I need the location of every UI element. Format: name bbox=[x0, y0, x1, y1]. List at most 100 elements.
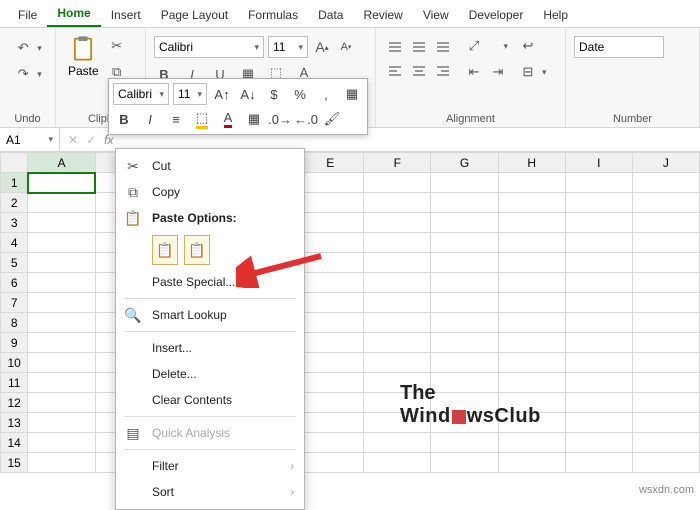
row-header-7[interactable]: 7 bbox=[1, 293, 28, 313]
cell-I5[interactable] bbox=[565, 253, 632, 273]
cell-G6[interactable] bbox=[431, 273, 498, 293]
col-header-A[interactable]: A bbox=[28, 153, 95, 173]
cell-J13[interactable] bbox=[632, 413, 699, 433]
cell-A10[interactable] bbox=[28, 353, 95, 373]
cut-icon[interactable]: ✂ bbox=[107, 36, 127, 56]
decrease-indent-icon[interactable]: ⇤ bbox=[464, 62, 484, 82]
name-box[interactable]: A1▾ bbox=[0, 128, 60, 151]
cell-A9[interactable] bbox=[28, 333, 95, 353]
row-header-12[interactable]: 12 bbox=[1, 393, 28, 413]
cell-J5[interactable] bbox=[632, 253, 699, 273]
font-name-select[interactable]: Calibri▾ bbox=[154, 36, 264, 58]
row-header-1[interactable]: 1 bbox=[1, 173, 28, 193]
ctx-clear-contents[interactable]: Clear Contents bbox=[116, 387, 304, 413]
cell-I8[interactable] bbox=[565, 313, 632, 333]
cell-I10[interactable] bbox=[565, 353, 632, 373]
cell-G8[interactable] bbox=[431, 313, 498, 333]
cell-I7[interactable] bbox=[565, 293, 632, 313]
decrease-font-icon[interactable]: A▾ bbox=[336, 37, 356, 57]
cell-A2[interactable] bbox=[28, 193, 95, 213]
cell-G4[interactable] bbox=[431, 233, 498, 253]
cell-A5[interactable] bbox=[28, 253, 95, 273]
paste-option-values[interactable]: 📋 bbox=[184, 235, 210, 265]
col-header-E[interactable]: E bbox=[297, 153, 364, 173]
cell-E15[interactable] bbox=[297, 453, 364, 473]
cell-E1[interactable] bbox=[297, 173, 364, 193]
fx-cancel-icon[interactable]: ✕ bbox=[68, 133, 78, 147]
mini-font-color-icon[interactable]: A bbox=[217, 108, 239, 130]
cell-F7[interactable] bbox=[364, 293, 431, 313]
cell-J6[interactable] bbox=[632, 273, 699, 293]
mini-comma-icon[interactable]: , bbox=[315, 83, 337, 105]
ctx-copy[interactable]: ⧉ Copy bbox=[116, 179, 304, 205]
row-header-14[interactable]: 14 bbox=[1, 433, 28, 453]
cell-E3[interactable] bbox=[297, 213, 364, 233]
cell-H10[interactable] bbox=[498, 353, 565, 373]
cell-H4[interactable] bbox=[498, 233, 565, 253]
tab-formulas[interactable]: Formulas bbox=[238, 3, 308, 27]
cell-H2[interactable] bbox=[498, 193, 565, 213]
cell-J12[interactable] bbox=[632, 393, 699, 413]
ctx-insert[interactable]: Insert... bbox=[116, 335, 304, 361]
cell-I4[interactable] bbox=[565, 233, 632, 253]
tab-page-layout[interactable]: Page Layout bbox=[151, 3, 238, 27]
cell-H9[interactable] bbox=[498, 333, 565, 353]
cell-E14[interactable] bbox=[297, 433, 364, 453]
cell-G5[interactable] bbox=[431, 253, 498, 273]
select-all-corner[interactable] bbox=[1, 153, 28, 173]
cell-F15[interactable] bbox=[364, 453, 431, 473]
cell-I3[interactable] bbox=[565, 213, 632, 233]
row-header-6[interactable]: 6 bbox=[1, 273, 28, 293]
mini-align-icon[interactable]: ≡ bbox=[165, 108, 187, 130]
tab-developer[interactable]: Developer bbox=[459, 3, 534, 27]
ctx-filter[interactable]: Filter › bbox=[116, 453, 304, 479]
col-header-J[interactable]: J bbox=[632, 153, 699, 173]
col-header-F[interactable]: F bbox=[364, 153, 431, 173]
increase-indent-icon[interactable]: ⇥ bbox=[488, 62, 508, 82]
tab-view[interactable]: View bbox=[413, 3, 459, 27]
cell-F8[interactable] bbox=[364, 313, 431, 333]
cell-F1[interactable] bbox=[364, 173, 431, 193]
cell-G15[interactable] bbox=[431, 453, 498, 473]
cell-E10[interactable] bbox=[297, 353, 364, 373]
cell-H14[interactable] bbox=[498, 433, 565, 453]
mini-table-icon[interactable]: ▦ bbox=[341, 83, 363, 105]
cell-G14[interactable] bbox=[431, 433, 498, 453]
increase-font-icon[interactable]: A▴ bbox=[312, 37, 332, 57]
tab-help[interactable]: Help bbox=[533, 3, 578, 27]
cell-A8[interactable] bbox=[28, 313, 95, 333]
align-bottom-icon[interactable] bbox=[432, 36, 454, 58]
cell-A12[interactable] bbox=[28, 393, 95, 413]
ctx-delete[interactable]: Delete... bbox=[116, 361, 304, 387]
ctx-sort[interactable]: Sort › bbox=[116, 479, 304, 505]
merge-center-icon[interactable]: ⊟ bbox=[518, 62, 538, 82]
row-header-5[interactable]: 5 bbox=[1, 253, 28, 273]
align-right-icon[interactable] bbox=[432, 60, 454, 82]
cell-J9[interactable] bbox=[632, 333, 699, 353]
cell-J10[interactable] bbox=[632, 353, 699, 373]
row-header-8[interactable]: 8 bbox=[1, 313, 28, 333]
cell-I14[interactable] bbox=[565, 433, 632, 453]
cell-G2[interactable] bbox=[431, 193, 498, 213]
row-header-4[interactable]: 4 bbox=[1, 233, 28, 253]
align-top-icon[interactable] bbox=[384, 36, 406, 58]
tab-file[interactable]: File bbox=[8, 3, 47, 27]
align-left-icon[interactable] bbox=[384, 60, 406, 82]
cell-G9[interactable] bbox=[431, 333, 498, 353]
cell-F5[interactable] bbox=[364, 253, 431, 273]
mini-decrease-font-icon[interactable]: A↓ bbox=[237, 83, 259, 105]
cell-F4[interactable] bbox=[364, 233, 431, 253]
cell-A11[interactable] bbox=[28, 373, 95, 393]
ctx-cut[interactable]: ✂ Cut bbox=[116, 153, 304, 179]
cell-J14[interactable] bbox=[632, 433, 699, 453]
mini-italic-icon[interactable]: I bbox=[139, 108, 161, 130]
mini-border-icon[interactable]: ▦ bbox=[243, 108, 265, 130]
cell-I2[interactable] bbox=[565, 193, 632, 213]
mini-percent-icon[interactable]: % bbox=[289, 83, 311, 105]
cell-E11[interactable] bbox=[297, 373, 364, 393]
mini-accounting-icon[interactable]: $ bbox=[263, 83, 285, 105]
cell-J8[interactable] bbox=[632, 313, 699, 333]
cell-G1[interactable] bbox=[431, 173, 498, 193]
cell-I13[interactable] bbox=[565, 413, 632, 433]
cell-H3[interactable] bbox=[498, 213, 565, 233]
